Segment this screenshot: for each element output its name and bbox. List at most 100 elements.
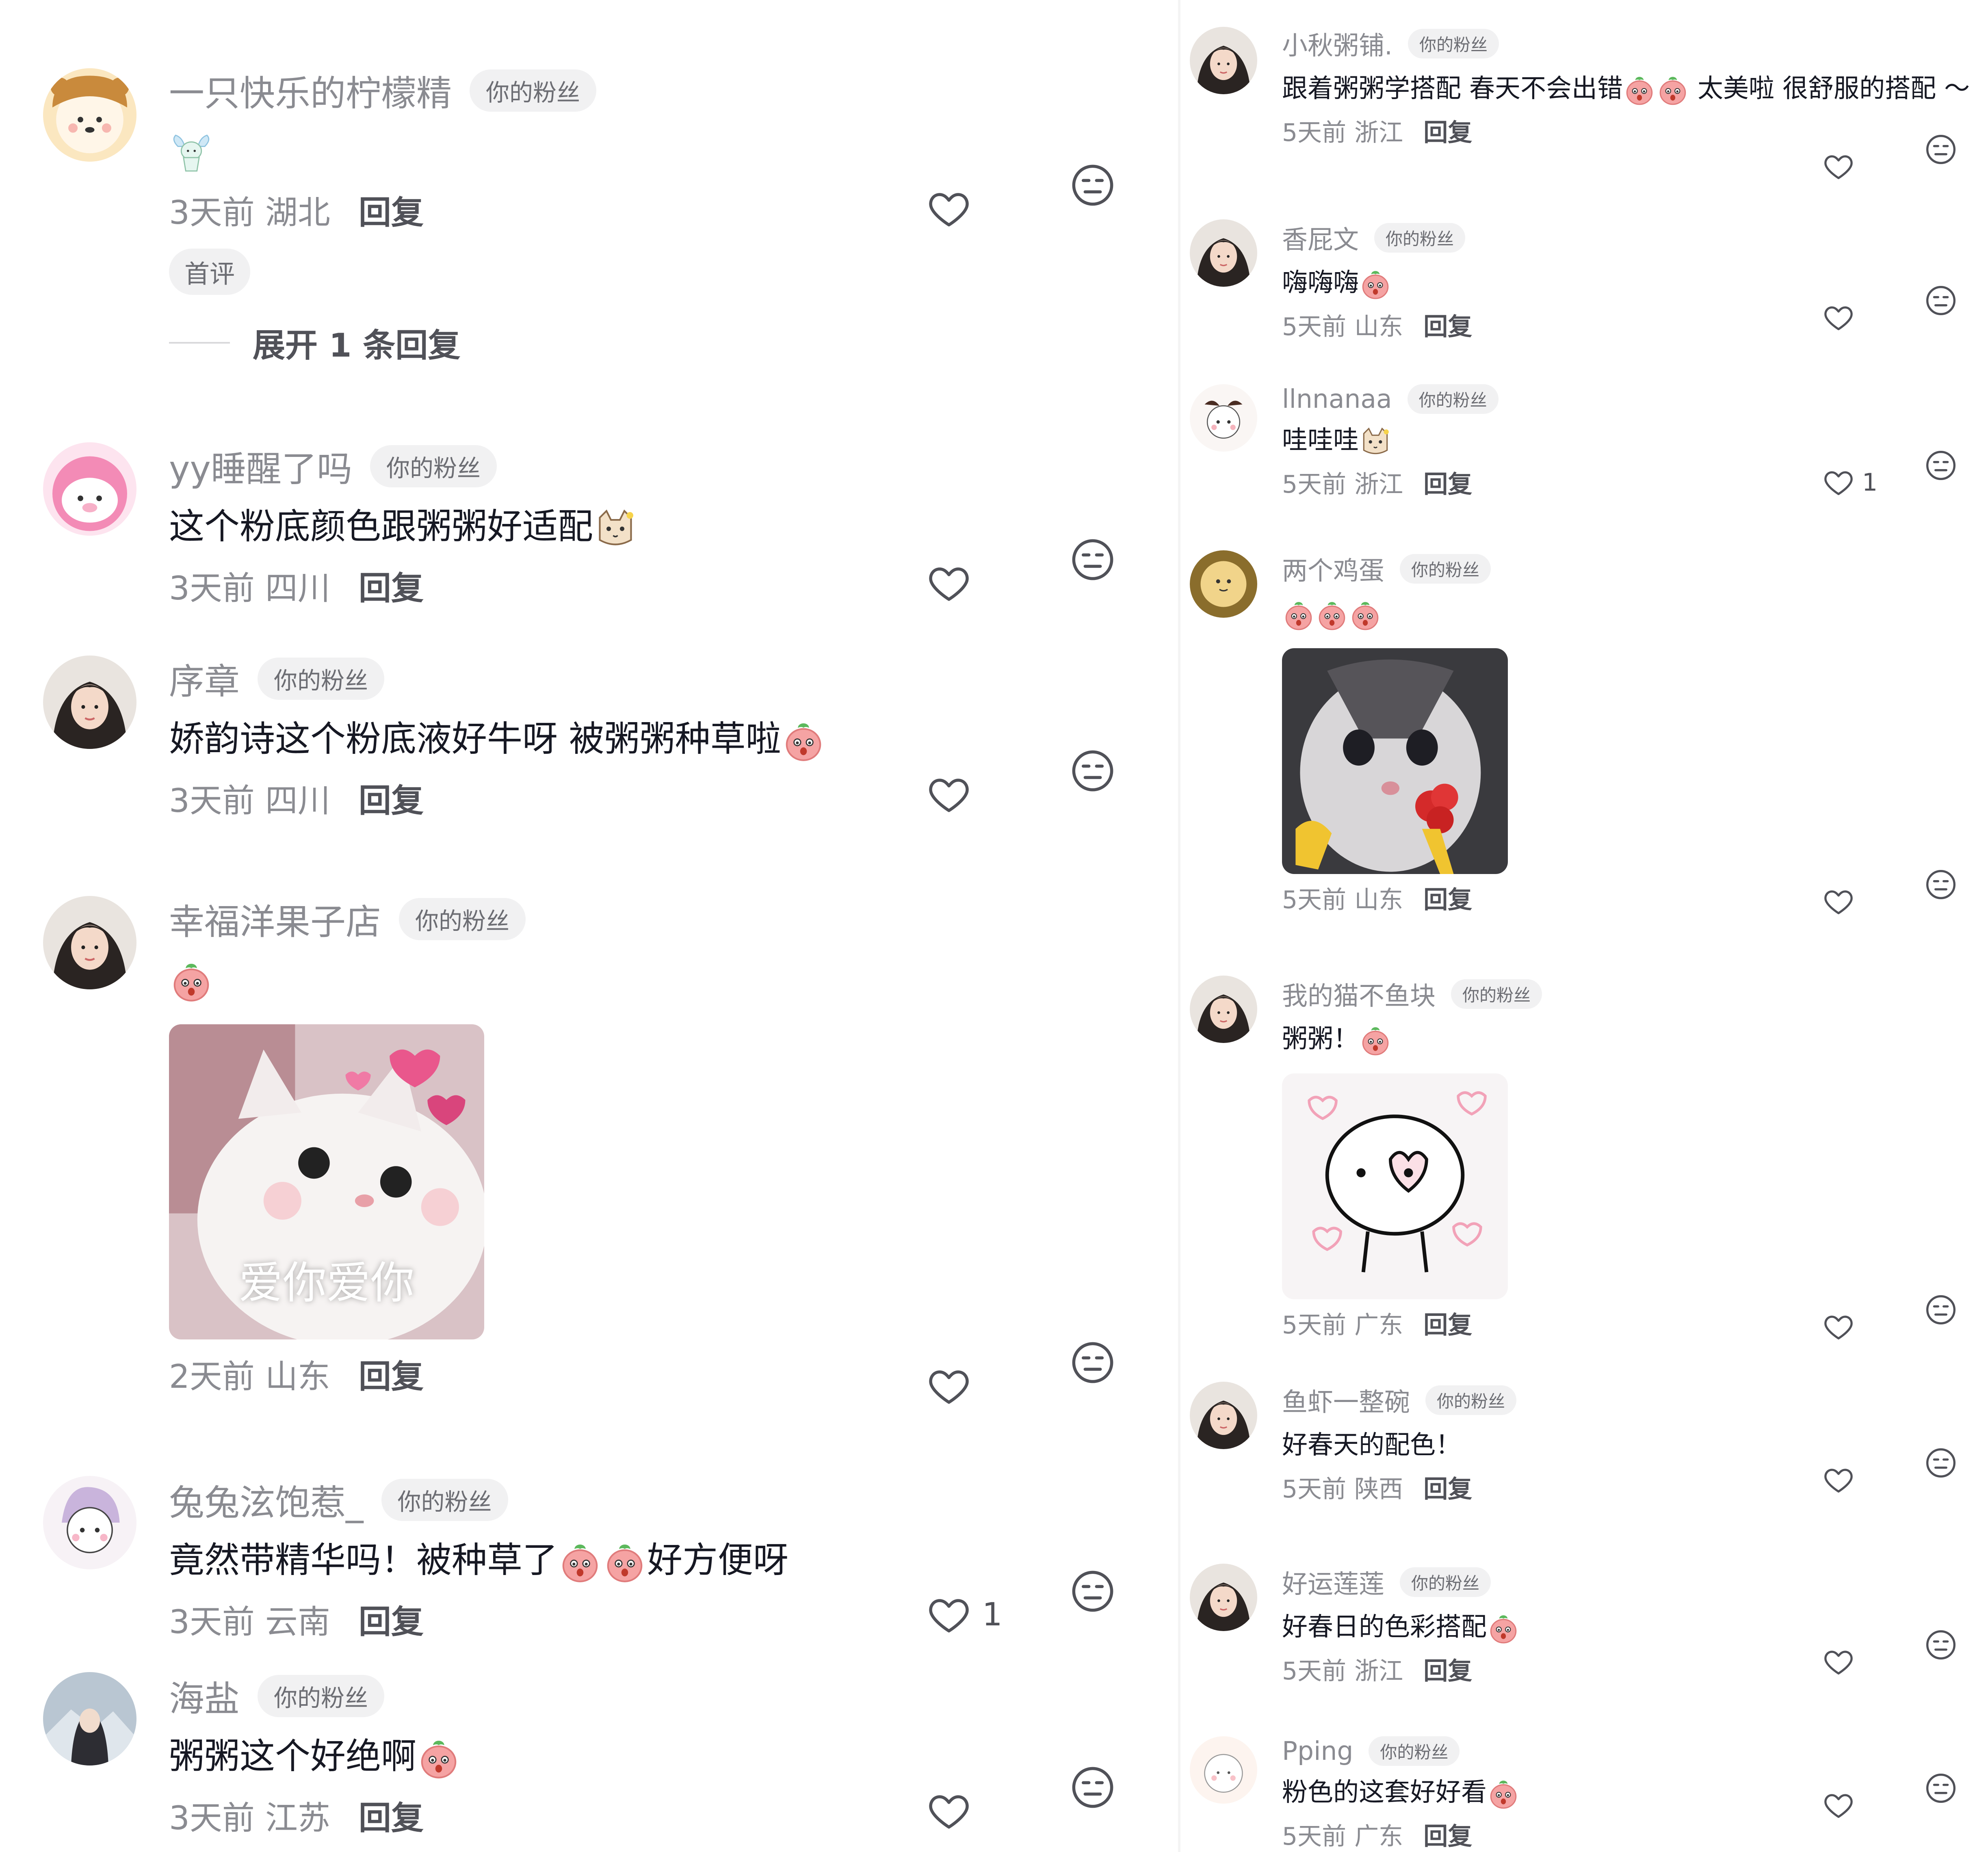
peach-emoji-icon — [1315, 599, 1349, 632]
username[interactable]: Pping — [1282, 1736, 1353, 1766]
dislike-button[interactable] — [1070, 162, 1115, 210]
avatar[interactable] — [43, 68, 136, 162]
dislike-button[interactable] — [1070, 1340, 1115, 1387]
comment-text: 好春日的色彩搭配 — [1282, 1612, 1487, 1642]
comment-region: 四川 — [265, 782, 330, 820]
reply-button[interactable]: 回复 — [359, 186, 424, 234]
username[interactable]: 两个鸡蛋 — [1282, 550, 1384, 587]
fan-badge: 你的粉丝 — [1374, 223, 1466, 253]
comment-time: 5天前 — [1282, 312, 1347, 341]
avatar[interactable] — [43, 442, 136, 536]
dislike-button[interactable] — [1925, 1772, 1957, 1806]
username[interactable]: 我的猫不鱼块 — [1282, 976, 1436, 1013]
dislike-button[interactable] — [1925, 1294, 1957, 1328]
username[interactable]: 好运莲莲 — [1282, 1564, 1384, 1601]
username[interactable]: yy睡醒了吗 — [169, 441, 352, 492]
username[interactable]: 一只快乐的柠檬精 — [169, 65, 452, 116]
like-button[interactable] — [926, 1788, 982, 1834]
avatar[interactable] — [1190, 976, 1257, 1043]
username[interactable]: 幸福洋果子店 — [169, 894, 381, 945]
comment-list-left: 一只快乐的柠檬精 你的粉丝 3天前 湖北 回复 首评 展开 1 条回复 yy睡醒… — [0, 0, 1178, 1852]
dislike-button[interactable] — [1925, 133, 1957, 167]
reply-button[interactable]: 回复 — [1423, 113, 1472, 148]
comment-time: 5天前 — [1282, 1657, 1347, 1685]
reply-button[interactable]: 回复 — [359, 1792, 424, 1839]
comment-time: 3天前 — [169, 1603, 255, 1641]
fan-badge: 你的粉丝 — [1425, 1385, 1517, 1415]
comment-image[interactable] — [1282, 1073, 1508, 1299]
fan-badge: 你的粉丝 — [1400, 1567, 1491, 1597]
like-button[interactable] — [1822, 885, 1862, 918]
like-button[interactable] — [1822, 1646, 1862, 1678]
like-button[interactable] — [1822, 1789, 1862, 1822]
avatar[interactable] — [43, 1476, 136, 1569]
fan-badge: 你的粉丝 — [1408, 29, 1499, 58]
comment-text-part-a: 跟着粥粥学搭配 春天不会出错 — [1282, 74, 1623, 103]
comment-text-part-a: 竟然带精华吗！被种草了 — [169, 1539, 558, 1581]
dislike-button[interactable] — [1070, 537, 1115, 584]
reply-button[interactable]: 回复 — [359, 562, 424, 609]
username[interactable]: 兔兔泫饱惹_ — [169, 1474, 364, 1525]
username[interactable]: 鱼虾一整碗 — [1282, 1382, 1410, 1419]
avatar[interactable] — [1190, 1564, 1257, 1631]
like-button[interactable] — [1822, 1311, 1862, 1343]
expand-replies-button[interactable]: 展开 1 条回复 — [169, 319, 1152, 366]
comment-image[interactable] — [1282, 648, 1508, 874]
like-button[interactable] — [926, 772, 982, 817]
dislike-button[interactable] — [1925, 868, 1957, 902]
heart-icon — [926, 772, 972, 817]
like-button[interactable] — [926, 1363, 982, 1409]
like-button[interactable] — [1822, 1464, 1862, 1496]
like-button[interactable] — [1822, 150, 1862, 183]
comment-region: 四川 — [265, 569, 330, 608]
avatar[interactable] — [1190, 384, 1257, 452]
like-button[interactable] — [1822, 301, 1862, 334]
avatar[interactable] — [1190, 219, 1257, 287]
reply-button[interactable]: 回复 — [1423, 1469, 1472, 1505]
reply-button[interactable]: 回复 — [359, 1350, 424, 1398]
divider — [169, 342, 230, 344]
dislike-button[interactable] — [1925, 1629, 1957, 1663]
username[interactable]: llnnanaa — [1282, 384, 1392, 414]
reply-button[interactable]: 回复 — [1423, 1817, 1472, 1852]
avatar[interactable] — [1190, 27, 1257, 94]
comment-region: 山东 — [265, 1358, 330, 1396]
peach-emoji-icon — [781, 719, 826, 764]
reply-button[interactable]: 回复 — [1423, 307, 1472, 342]
reply-button[interactable]: 回复 — [1423, 465, 1472, 500]
peach-emoji-icon — [602, 1540, 647, 1585]
like-button[interactable] — [926, 186, 982, 232]
like-button[interactable]: 1 — [926, 1592, 1003, 1638]
like-button[interactable] — [926, 560, 982, 606]
dislike-button[interactable] — [1070, 1765, 1115, 1812]
reply-button[interactable]: 回复 — [1423, 1651, 1472, 1687]
reply-button[interactable]: 回复 — [359, 1596, 424, 1643]
reply-button[interactable]: 回复 — [1423, 1305, 1472, 1341]
avatar[interactable] — [1190, 1736, 1257, 1804]
avatar[interactable] — [43, 656, 136, 749]
meh-face-icon — [1070, 748, 1115, 794]
fan-badge: 你的粉丝 — [1400, 554, 1491, 584]
reply-button[interactable]: 回复 — [359, 775, 424, 822]
avatar[interactable] — [43, 896, 136, 989]
avatar[interactable] — [1190, 550, 1257, 618]
like-button[interactable]: 1 — [1822, 466, 1878, 499]
comment-region: 江苏 — [265, 1799, 330, 1837]
dislike-button[interactable] — [1925, 449, 1957, 483]
comment-time: 2天前 — [169, 1358, 255, 1396]
dislike-button[interactable] — [1070, 748, 1115, 795]
comment-text: 粥粥这个好绝啊 — [169, 1735, 416, 1777]
dislike-button[interactable] — [1925, 1447, 1957, 1481]
avatar[interactable] — [1190, 1382, 1257, 1449]
username[interactable]: 小秋粥铺. — [1282, 25, 1392, 62]
username[interactable]: 香屁文 — [1282, 219, 1359, 256]
dislike-button[interactable] — [1925, 284, 1957, 318]
username[interactable]: 序章 — [169, 653, 240, 704]
reply-button[interactable]: 回复 — [1423, 880, 1472, 915]
avatar[interactable] — [43, 1672, 136, 1765]
username[interactable]: 海盐 — [169, 1670, 240, 1722]
like-count: 1 — [982, 1597, 1003, 1633]
comment-text: 粉色的这套好好看 — [1282, 1777, 1487, 1807]
comment-image[interactable]: 爱你爱你 — [169, 1024, 484, 1340]
dislike-button[interactable] — [1070, 1569, 1115, 1616]
